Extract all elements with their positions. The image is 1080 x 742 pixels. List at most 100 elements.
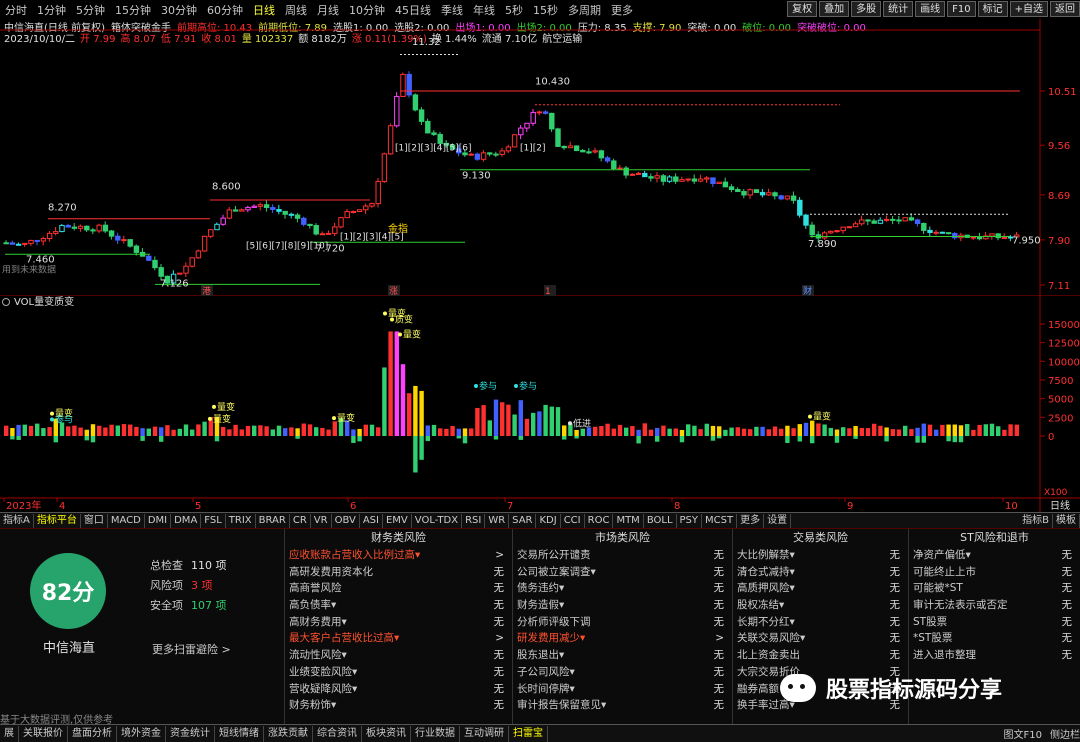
period-tab[interactable]: 15分钟 xyxy=(110,2,156,18)
indicator-tab[interactable]: 更多 xyxy=(737,513,765,528)
bottom-tab[interactable]: 行业数据 xyxy=(411,725,460,742)
indicator-tab[interactable]: CCI xyxy=(561,513,585,528)
indicator-tab[interactable]: BOLL xyxy=(644,513,677,528)
bottom-tab[interactable]: 境外资金 xyxy=(117,725,166,742)
indicator-tab[interactable]: OBV xyxy=(332,513,360,528)
top-button[interactable]: 叠加 xyxy=(819,1,850,17)
period-tab[interactable]: 日线 xyxy=(248,2,280,18)
period-tab[interactable]: 45日线 xyxy=(390,2,436,18)
top-button[interactable]: F10 xyxy=(947,1,976,17)
period-tab[interactable]: 更多 xyxy=(606,2,638,18)
top-button[interactable]: 标记 xyxy=(977,1,1008,17)
indicator-tab[interactable]: MACD xyxy=(108,513,145,528)
bottom-tab[interactable]: 短线情绪 xyxy=(215,725,264,742)
period-tab[interactable]: 月线 xyxy=(312,2,344,18)
top-button[interactable]: 返回 xyxy=(1050,1,1080,17)
indicator-tab[interactable]: DMI xyxy=(145,513,172,528)
indicator-tab[interactable]: DMA xyxy=(171,513,202,528)
risk-item[interactable]: 审计无法表示或否定 无 xyxy=(909,597,1080,614)
risk-item[interactable]: 北上资金卖出 无 xyxy=(733,647,908,664)
risk-item[interactable]: 债务违约▾ 无 xyxy=(513,580,732,597)
indicator-tab[interactable]: SAR xyxy=(509,513,537,528)
indicator-tab[interactable]: VR xyxy=(311,513,332,528)
risk-item[interactable]: 审计报告保留意见▾ 无 xyxy=(513,697,732,714)
period-tab[interactable]: 1分钟 xyxy=(32,2,71,18)
indicator-tab[interactable]: MTM xyxy=(613,513,644,528)
top-button[interactable]: 复权 xyxy=(787,1,818,17)
indicator-tab-right[interactable]: 模板 xyxy=(1053,513,1080,528)
risk-item[interactable]: 长期不分红▾ 无 xyxy=(733,614,908,631)
indicator-tab[interactable]: TRIX xyxy=(226,513,256,528)
bottom-right-link[interactable]: 图文F10 xyxy=(1004,726,1042,741)
indicator-tab[interactable]: EMV xyxy=(383,513,412,528)
bottom-tab[interactable]: 关联报价 xyxy=(19,725,68,742)
bottom-tab[interactable]: 展 xyxy=(0,725,19,742)
bottom-right-link[interactable]: 侧边栏 xyxy=(1050,726,1080,741)
risk-item[interactable]: ST股票 无 xyxy=(909,614,1080,631)
risk-item[interactable]: 股东退出▾ 无 xyxy=(513,647,732,664)
indicator-tab[interactable]: WR xyxy=(485,513,510,528)
period-tab[interactable]: 5分钟 xyxy=(71,2,110,18)
period-tab[interactable]: 多周期 xyxy=(563,2,606,18)
risk-item[interactable]: 大比例解禁▾ 无 xyxy=(733,547,908,564)
bottom-tab[interactable]: 板块资讯 xyxy=(362,725,411,742)
risk-item[interactable]: 业绩变脸风险▾ 无 xyxy=(285,664,512,681)
bottom-tab[interactable]: 资金统计 xyxy=(166,725,215,742)
indicator-tab[interactable]: BRAR xyxy=(256,513,290,528)
risk-item[interactable]: 最大客户占营收比过高▾ > xyxy=(285,630,512,647)
risk-item[interactable]: 分析师评级下调 无 xyxy=(513,614,732,631)
indicator-tab[interactable]: PSY xyxy=(677,513,703,528)
period-tab[interactable]: 5秒 xyxy=(500,2,528,18)
risk-item[interactable]: 高负债率▾ 无 xyxy=(285,597,512,614)
indicator-tab[interactable]: 窗口 xyxy=(81,513,108,528)
indicator-tab[interactable]: KDJ xyxy=(536,513,561,528)
risk-item[interactable]: *ST股票 无 xyxy=(909,630,1080,647)
period-tab[interactable]: 30分钟 xyxy=(156,2,202,18)
risk-item[interactable]: 高研发费用资本化 无 xyxy=(285,564,512,581)
risk-item[interactable]: 进入退市整理 无 xyxy=(909,647,1080,664)
volume-chart-svg[interactable]: VOL量变质变 15000 12500 10000 7500 5000 2500 0 X100 量… xyxy=(0,296,1080,512)
bottom-tab[interactable]: 涨跌贡献 xyxy=(264,725,313,742)
risk-item[interactable]: 财务粉饰▾ 无 xyxy=(285,697,512,714)
risk-item[interactable]: 高商誉风险 无 xyxy=(285,580,512,597)
risk-item[interactable]: 公司被立案调查▾ 无 xyxy=(513,564,732,581)
bottom-tab[interactable]: 盘面分析 xyxy=(68,725,117,742)
top-button[interactable]: 画线 xyxy=(915,1,946,17)
risk-item[interactable]: 营收疑降风险▾ 无 xyxy=(285,681,512,698)
risk-item[interactable]: 长时间停牌▾ 无 xyxy=(513,681,732,698)
period-tab[interactable]: 10分钟 xyxy=(344,2,390,18)
top-button[interactable]: +自选 xyxy=(1009,1,1048,17)
period-tab[interactable]: 季线 xyxy=(436,2,468,18)
period-tab[interactable]: 周线 xyxy=(280,2,312,18)
risk-item[interactable]: 高质押风险▾ 无 xyxy=(733,580,908,597)
indicator-tab[interactable]: 指标平台 xyxy=(34,513,81,528)
period-tab[interactable]: 60分钟 xyxy=(202,2,248,18)
risk-item[interactable]: 研发费用减少▾ > xyxy=(513,630,732,647)
price-chart[interactable]: 10.51 9.56 8.69 7.90 7.11 中信海直(日线 前复权) 箱体突破金手前… xyxy=(0,19,1080,297)
risk-item[interactable]: 可能被*ST 无 xyxy=(909,580,1080,597)
period-tab[interactable]: 15秒 xyxy=(528,2,563,18)
risk-item[interactable]: 应收账款占营收入比例过高▾ > xyxy=(285,547,512,564)
top-button[interactable]: 统计 xyxy=(883,1,914,17)
indicator-tab[interactable]: VOL-TDX xyxy=(412,513,463,528)
bottom-tab[interactable]: 综合资讯 xyxy=(313,725,362,742)
risk-item[interactable]: 子公司风险▾ 无 xyxy=(513,664,732,681)
indicator-tab[interactable]: MCST xyxy=(702,513,738,528)
risk-item[interactable]: 可能终止上市 无 xyxy=(909,564,1080,581)
bottom-tab[interactable]: 互动调研 xyxy=(460,725,509,742)
risk-item[interactable]: 财务造假▾ 无 xyxy=(513,597,732,614)
volume-chart[interactable]: VOL量变质变 15000 12500 10000 7500 5000 2500 0 X100 量… xyxy=(0,296,1080,512)
risk-item[interactable]: 高财务费用▾ 无 xyxy=(285,614,512,631)
risk-item[interactable]: 交易所公开谴责 无 xyxy=(513,547,732,564)
price-chart-svg[interactable]: 10.519.568.697.907.11中信海直(日线 前复权) 箱体突破金手前… xyxy=(0,19,1080,297)
risk-item[interactable]: 股权冻结▾ 无 xyxy=(733,597,908,614)
indicator-tab[interactable]: 设置 xyxy=(764,513,792,528)
indicator-tab[interactable]: RSI xyxy=(462,513,486,528)
bottom-tab[interactable]: 扫雷宝 xyxy=(509,725,548,742)
indicator-tab[interactable]: ROC xyxy=(585,513,614,528)
indicator-tab[interactable]: ASI xyxy=(360,513,383,528)
risk-item[interactable]: 流动性风险▾ 无 xyxy=(285,647,512,664)
period-tab[interactable]: 年线 xyxy=(468,2,500,18)
indicator-tab[interactable]: FSL xyxy=(201,513,226,528)
top-button[interactable]: 多股 xyxy=(851,1,882,17)
